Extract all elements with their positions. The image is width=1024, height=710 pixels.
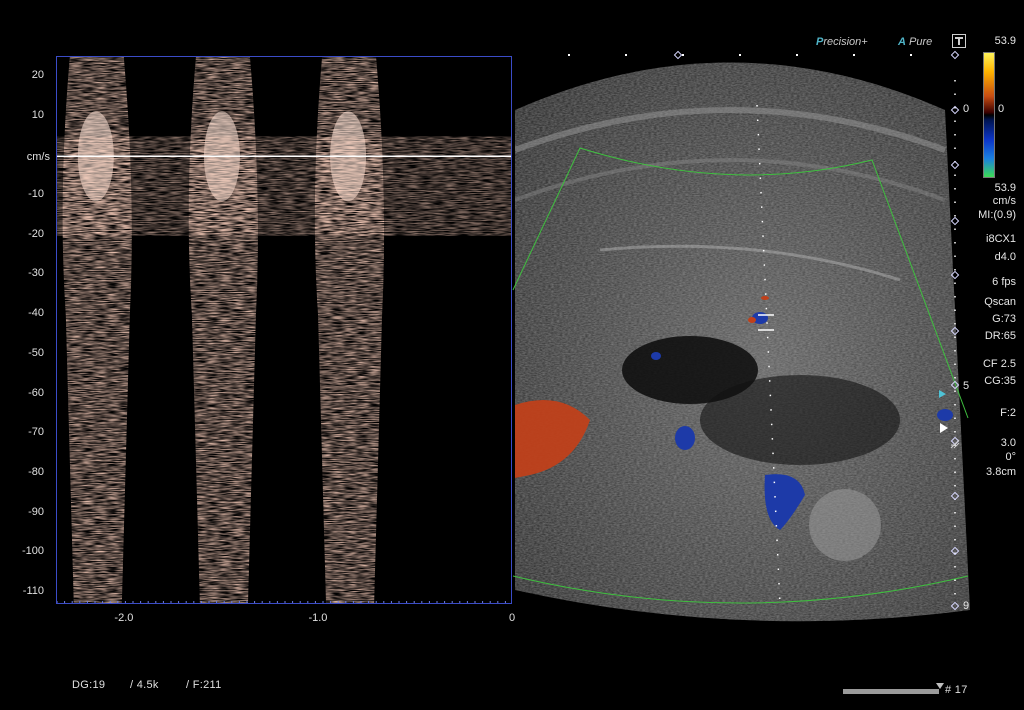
parameter-10: 3.0 bbox=[1000, 437, 1016, 449]
doppler-x-tick: 0 bbox=[508, 612, 516, 624]
doppler-diastolic-band bbox=[57, 136, 511, 236]
focus-marker-icon bbox=[939, 390, 946, 398]
gate-depth-marker-icon bbox=[940, 423, 948, 433]
doppler-y-tick: -90 bbox=[28, 505, 44, 518]
angle-correction-glyph bbox=[950, 439, 960, 449]
parameter-2: d4.0 bbox=[994, 251, 1016, 263]
color-scale-zero-label: 0 bbox=[998, 103, 1005, 115]
probe-orientation-icon bbox=[952, 34, 966, 48]
doppler-y-tick: -80 bbox=[28, 465, 44, 478]
parameter-1: i8CX1 bbox=[986, 233, 1016, 245]
doppler-x-tick: -2.0 bbox=[114, 612, 134, 624]
color-scale-unit: cm/s bbox=[992, 195, 1016, 207]
depth-label-5: 5 bbox=[963, 380, 970, 392]
color-scale-top-value: 53.9 bbox=[994, 35, 1016, 47]
color-scale-bottom-value: 53.9 bbox=[994, 182, 1016, 194]
doppler-y-tick: -100 bbox=[21, 545, 44, 558]
apure-brand: A Pure bbox=[898, 36, 933, 48]
parameter-9: F:2 bbox=[1000, 407, 1016, 419]
doppler-x-tick: -1.0 bbox=[308, 612, 328, 624]
clip-index: # 17 bbox=[945, 684, 968, 696]
doppler-y-tick: -20 bbox=[28, 227, 44, 240]
doppler-y-tick: -30 bbox=[28, 267, 44, 280]
parameter-7: CF 2.5 bbox=[982, 358, 1016, 370]
cine-clip-progress-fill bbox=[843, 689, 939, 694]
parameter-6: DR:65 bbox=[984, 330, 1016, 342]
doppler-gate-info: DG:19 bbox=[72, 679, 106, 691]
parameter-4: Qscan bbox=[984, 296, 1016, 308]
precision-brand: Precision+ bbox=[816, 36, 868, 48]
parameter-11: 0° bbox=[1005, 451, 1016, 463]
doppler-y-tick: -70 bbox=[28, 426, 44, 439]
prf-info: / 4.5k bbox=[130, 679, 159, 691]
color-flow-scale-bar bbox=[983, 52, 995, 178]
doppler-y-tick: -10 bbox=[28, 187, 44, 200]
depth-label-9: 9 bbox=[963, 600, 970, 612]
doppler-y-tick: 10 bbox=[31, 108, 44, 121]
doppler-y-tick: -50 bbox=[28, 346, 44, 359]
apure-label: Pure bbox=[905, 36, 933, 48]
parameter-3: 6 fps bbox=[992, 276, 1016, 288]
cine-clip-progress-track[interactable] bbox=[843, 689, 939, 694]
parameter-0: MI:(0.9) bbox=[978, 209, 1016, 221]
cine-marker-icon bbox=[936, 683, 944, 689]
doppler-unit-label: cm/s bbox=[26, 151, 50, 163]
doppler-y-tick: -110 bbox=[22, 585, 44, 598]
doppler-y-tick: -40 bbox=[28, 307, 44, 320]
parameter-8: CG:35 bbox=[984, 375, 1016, 387]
angle-correction-icon bbox=[950, 436, 960, 449]
doppler-y-tick: 20 bbox=[31, 68, 44, 81]
doppler-spectrum bbox=[57, 57, 511, 603]
doppler-y-tick: -60 bbox=[28, 386, 44, 399]
parameter-5: G:73 bbox=[992, 313, 1016, 325]
precision-label: recision+ bbox=[823, 36, 868, 48]
doppler-spectrum-panel bbox=[56, 56, 512, 604]
parameter-12: 3.8cm bbox=[986, 466, 1016, 478]
filter-info: / F:211 bbox=[186, 679, 222, 691]
depth-label-0: 0 bbox=[963, 103, 970, 115]
